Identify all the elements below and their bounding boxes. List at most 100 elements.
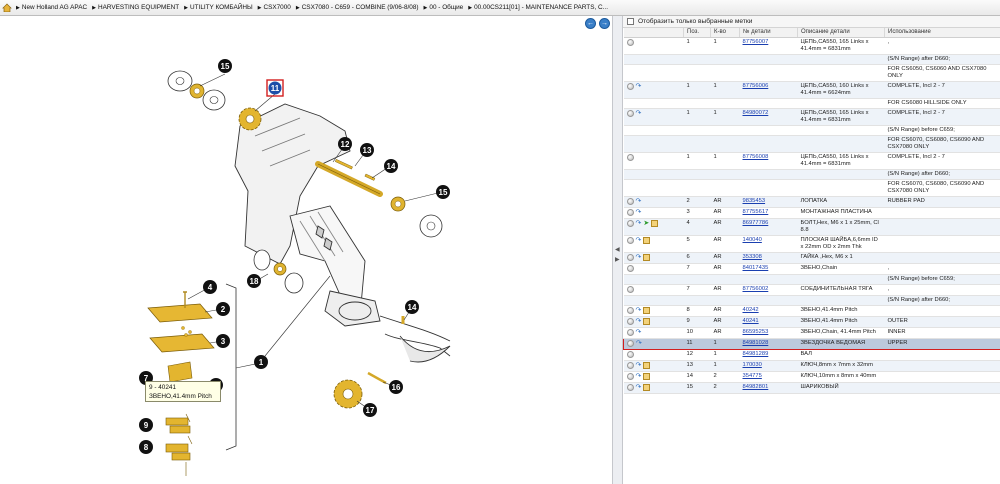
table-row[interactable]: ↷ 9 AR 40241 ЗВЕНО,41.4mm Pitch OUTER: [623, 316, 1000, 328]
info-circle-icon[interactable]: [626, 317, 634, 325]
callout-15-right[interactable]: 15: [436, 185, 450, 199]
row-part-number[interactable]: 84980072: [739, 108, 798, 126]
link-arrow-icon[interactable]: ↷: [636, 83, 642, 90]
pane-splitter[interactable]: ◀ ▶: [612, 16, 623, 484]
table-row[interactable]: ↷ 1 1 84980072 ЦЕПЬ,CA550, 165 Links x 41.4m…: [623, 108, 1000, 126]
table-row[interactable]: 12 1 84981289 ВАЛ: [623, 349, 1000, 361]
link-arrow-icon[interactable]: ↷: [636, 110, 642, 117]
part-number-link[interactable]: 87756007: [743, 39, 769, 45]
show-selected-checkbox[interactable]: [627, 18, 634, 25]
table-row[interactable]: FOR CS6070, CS6080, CS6090 AND CSX7080 O…: [623, 179, 1000, 197]
info-circle-icon[interactable]: [626, 372, 634, 380]
table-row[interactable]: (S/N Range) after D660;: [623, 295, 1000, 306]
replacement-arrow-icon[interactable]: ➤: [643, 220, 649, 227]
table-row[interactable]: (S/N Range) after D660;: [623, 54, 1000, 65]
table-row[interactable]: ↷ 10 AR 86595253 ЗВЕНО,Chain, 41.4mm Pitch IN…: [623, 327, 1000, 339]
table-row[interactable]: (S/N Range) before C659;: [623, 125, 1000, 136]
column-header-description[interactable]: Описание детали: [797, 28, 885, 38]
table-row[interactable]: ↷ 5 AR 140040 ПЛОСКАЯ ШАЙБА,6,6mm ID x 22mm …: [623, 235, 1000, 253]
row-part-number[interactable]: 170030: [739, 360, 798, 372]
row-part-number[interactable]: 84982801: [739, 382, 798, 394]
package-icon[interactable]: [643, 317, 651, 325]
show-selected-label[interactable]: Отобразить только выбранные метки: [638, 18, 752, 25]
info-circle-icon[interactable]: [626, 328, 634, 336]
package-icon[interactable]: [643, 361, 651, 369]
link-arrow-icon[interactable]: ↷: [636, 237, 642, 244]
callout-2[interactable]: 2: [216, 302, 230, 316]
part-number-link[interactable]: 84017435: [743, 265, 769, 271]
breadcrumb-item[interactable]: CSX7000: [258, 4, 290, 11]
info-circle-icon[interactable]: [626, 219, 634, 227]
column-header-usage[interactable]: Использование: [884, 28, 1000, 38]
link-arrow-icon[interactable]: ↷: [636, 340, 642, 347]
row-part-number[interactable]: 84981289: [739, 349, 798, 361]
table-row[interactable]: ↷ 14 2 354775 КЛЮЧ,10mm x 8mm x 40mm: [623, 371, 1000, 383]
callout-4[interactable]: 4: [203, 280, 217, 294]
table-row-selected[interactable]: ↷ 11 1 84981028 ЗВЕЗДОЧКА ВЕДОМАЯ UPPER: [623, 337, 1000, 350]
part-number-link[interactable]: 9835453: [743, 198, 766, 204]
package-icon[interactable]: [643, 236, 651, 244]
table-row[interactable]: FOR CS6080 HILLSIDE ONLY: [623, 98, 1000, 109]
info-circle-icon[interactable]: [626, 253, 634, 261]
callout-1[interactable]: 1: [254, 355, 268, 369]
table-row[interactable]: ↷ 8 AR 40242 ЗВЕНО,41.4mm Pitch: [623, 305, 1000, 317]
callout-11-selected[interactable]: 11: [266, 79, 284, 97]
info-circle-icon[interactable]: [626, 82, 634, 90]
info-circle-icon[interactable]: [626, 350, 634, 358]
info-circle-icon[interactable]: [626, 109, 634, 117]
table-row[interactable]: ↷ 13 1 170030 КЛЮЧ,8mm x 7mm x 32mm: [623, 360, 1000, 372]
breadcrumb-item[interactable]: 00.00CS211[01] - MAINTENANCE PARTS, C...: [468, 4, 608, 11]
info-circle-icon[interactable]: [626, 38, 634, 46]
part-number-link[interactable]: 140040: [743, 237, 762, 243]
link-arrow-icon[interactable]: ↷: [636, 209, 642, 216]
row-part-number[interactable]: 86977786: [739, 218, 798, 236]
part-number-link[interactable]: 40241: [743, 318, 759, 324]
table-row[interactable]: 1 1 87756008 ЦЕПЬ,CA550, 165 Links x 41.4mm…: [623, 152, 1000, 170]
part-number-link[interactable]: 84982801: [743, 384, 769, 390]
table-row[interactable]: ↷ 6 AR 353308 ГАЙКА ,Hex, M6 x 1: [623, 252, 1000, 264]
info-circle-icon[interactable]: [626, 236, 634, 244]
info-circle-icon[interactable]: [626, 361, 634, 369]
column-header-qty[interactable]: К-во: [710, 28, 740, 38]
table-row[interactable]: (S/N Range) after D660;: [623, 169, 1000, 180]
part-number-link[interactable]: 84981028: [743, 340, 769, 346]
part-number-link[interactable]: 87756002: [743, 286, 769, 292]
part-number-link[interactable]: 87755617: [743, 209, 769, 215]
part-number-link[interactable]: 86595253: [743, 329, 769, 335]
row-part-number[interactable]: 40241: [739, 316, 798, 328]
table-row[interactable]: FOR CS6070, CS6080, CS6090 AND CSX7080 O…: [623, 135, 1000, 153]
home-icon[interactable]: [2, 3, 12, 12]
info-circle-icon[interactable]: [627, 339, 634, 347]
row-part-number[interactable]: 86595253: [739, 327, 798, 339]
link-arrow-icon[interactable]: ↷: [636, 307, 642, 314]
row-part-number[interactable]: 353308: [739, 252, 798, 264]
package-icon[interactable]: [651, 219, 659, 227]
link-arrow-icon[interactable]: ↷: [636, 318, 642, 325]
callout-18[interactable]: 18: [247, 274, 261, 288]
part-number-link[interactable]: 87756006: [743, 83, 769, 89]
package-icon[interactable]: [643, 383, 651, 391]
info-circle-icon[interactable]: [626, 383, 634, 391]
callout-3[interactable]: 3: [216, 334, 230, 348]
part-number-link[interactable]: 86977786: [743, 220, 769, 226]
table-row[interactable]: 1 1 87756007 ЦЕПЬ,CA550, 165 Links x 41.4mm…: [623, 37, 1000, 55]
table-row[interactable]: 7 AR 87756002 СОЕДИНИТЕЛЬНАЯ ТЯГА,: [623, 284, 1000, 296]
info-circle-icon[interactable]: [626, 208, 634, 216]
row-part-number[interactable]: 9835453: [739, 196, 798, 208]
link-arrow-icon[interactable]: ↷: [636, 384, 642, 391]
row-part-number[interactable]: 87756002: [739, 284, 798, 296]
info-circle-icon[interactable]: [626, 306, 634, 314]
info-circle-icon[interactable]: [626, 153, 634, 161]
table-row[interactable]: ↷ 1 1 87756006 ЦЕПЬ,CA550, 160 Links x 41.4m…: [623, 81, 1000, 99]
table-row[interactable]: ↷ 3 AR 87755617 МОНТАЖНАЯ ПЛАСТИНА: [623, 207, 1000, 219]
row-part-number[interactable]: 87756008: [739, 152, 798, 170]
row-part-number[interactable]: [739, 295, 798, 306]
part-number-link[interactable]: 84980072: [743, 110, 769, 116]
package-icon[interactable]: [643, 306, 651, 314]
table-row[interactable]: FOR CS6050, CS6060 AND CSX7080 ONLY: [623, 64, 1000, 82]
table-row[interactable]: 7 AR 84017435 ЗВЕНО,Chain,: [623, 263, 1000, 275]
callout-9[interactable]: 9: [139, 418, 153, 432]
row-part-number[interactable]: 40242: [739, 305, 798, 317]
breadcrumb-item[interactable]: New Holland AG APAC: [16, 4, 87, 11]
link-arrow-icon[interactable]: ↷: [636, 254, 642, 261]
